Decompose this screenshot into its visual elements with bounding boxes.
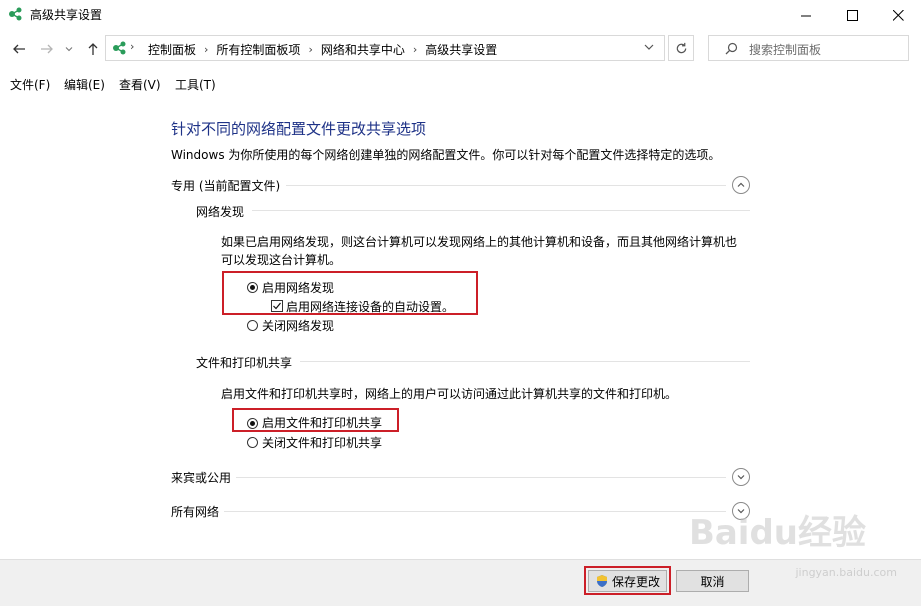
breadcrumb-item[interactable]: 所有控制面板项 bbox=[216, 41, 300, 58]
collapse-private-button[interactable] bbox=[732, 176, 750, 194]
baidu-watermark-url: jingyan.baidu.com bbox=[795, 566, 897, 579]
network-icon bbox=[8, 6, 24, 22]
forward-arrow-icon bbox=[41, 44, 53, 54]
breadcrumb-separator[interactable]: › bbox=[413, 43, 417, 56]
chevron-down-icon bbox=[65, 47, 73, 52]
back-button[interactable] bbox=[8, 38, 30, 60]
expand-guest-public-button[interactable] bbox=[732, 468, 750, 486]
breadcrumb-item[interactable]: 高级共享设置 bbox=[425, 41, 497, 58]
save-changes-label: 保存更改 bbox=[611, 574, 660, 589]
address-history-dropdown[interactable] bbox=[643, 41, 655, 56]
uac-shield-icon bbox=[595, 574, 609, 588]
menu-file[interactable]: 文件(F) bbox=[10, 76, 50, 93]
chevron-down-icon bbox=[644, 44, 654, 50]
maximize-icon bbox=[846, 9, 858, 21]
menu-bar: 文件(F) 编辑(E) 查看(V) 工具(T) bbox=[0, 70, 921, 96]
profile-private-title[interactable]: 专用 (当前配置文件) bbox=[171, 177, 280, 194]
forward-button[interactable] bbox=[36, 38, 58, 60]
network-discovery-on-label[interactable]: 启用网络发现 bbox=[262, 279, 334, 296]
breadcrumb: 控制面板 › 所有控制面板项 › 网络和共享中心 › 高级共享设置 bbox=[148, 41, 497, 58]
control-panel-icon bbox=[112, 40, 128, 59]
network-discovery-on-radio[interactable] bbox=[247, 282, 258, 293]
divider bbox=[300, 361, 750, 362]
file-sharing-on-label[interactable]: 启用文件和打印机共享 bbox=[262, 414, 382, 431]
checkmark-icon bbox=[273, 302, 281, 310]
breadcrumb-separator[interactable]: › bbox=[308, 43, 312, 56]
divider bbox=[236, 477, 726, 478]
page-description: Windows 为你所使用的每个网络创建单独的网络配置文件。你可以针对每个配置文… bbox=[171, 148, 721, 162]
refresh-button[interactable] bbox=[668, 35, 694, 61]
cancel-label: 取消 bbox=[700, 574, 725, 589]
breadcrumb-root-separator: › bbox=[130, 40, 135, 53]
profile-all-networks-title[interactable]: 所有网络 bbox=[171, 503, 219, 520]
baidu-watermark-logo: Baidu经验 bbox=[688, 513, 866, 553]
menu-edit[interactable]: 编辑(E) bbox=[64, 76, 105, 93]
auto-setup-label[interactable]: 启用网络连接设备的自动设置。 bbox=[286, 298, 454, 315]
file-printer-sharing-description: 启用文件和打印机共享时，网络上的用户可以访问通过此计算机共享的文件和打印机。 bbox=[221, 387, 678, 401]
up-arrow-icon bbox=[88, 43, 98, 55]
file-sharing-on-radio[interactable] bbox=[247, 418, 258, 429]
save-changes-button[interactable]: 保存更改 bbox=[588, 570, 667, 592]
breadcrumb-separator[interactable]: › bbox=[204, 43, 208, 56]
radio-selected-dot bbox=[250, 421, 255, 426]
network-discovery-description-line: 如果已启用网络发现，则这台计算机可以发现网络上的其他计算机和设备，而且其他网络计… bbox=[221, 235, 738, 249]
search-icon bbox=[725, 42, 738, 58]
breadcrumb-item[interactable]: 网络和共享中心 bbox=[321, 41, 405, 58]
cancel-button[interactable]: 取消 bbox=[676, 570, 749, 592]
auto-setup-checkbox[interactable] bbox=[271, 300, 283, 312]
chevron-up-icon bbox=[737, 182, 745, 187]
divider bbox=[286, 185, 726, 186]
close-icon bbox=[892, 9, 904, 21]
network-discovery-description: 如果已启用网络发现，则这台计算机可以发现网络上的其他计算机和设备，而且其他网络计… bbox=[221, 233, 737, 269]
search-placeholder: 搜索控制面板 bbox=[749, 43, 822, 57]
up-button[interactable] bbox=[82, 38, 104, 60]
window-title: 高级共享设置 bbox=[30, 8, 103, 22]
menu-view[interactable]: 查看(V) bbox=[119, 76, 161, 93]
network-discovery-description-line: 可以发现这台计算机。 bbox=[221, 253, 342, 267]
network-discovery-off-label[interactable]: 关闭网络发现 bbox=[262, 317, 334, 334]
title-bar: 高级共享设置 bbox=[0, 0, 921, 30]
back-arrow-icon bbox=[13, 44, 25, 54]
profile-guest-public-title[interactable]: 来宾或公用 bbox=[171, 469, 231, 486]
network-discovery-title: 网络发现 bbox=[196, 205, 245, 219]
minimize-icon bbox=[800, 15, 811, 16]
footer-bar bbox=[0, 559, 921, 606]
minimize-button[interactable] bbox=[783, 0, 829, 30]
breadcrumb-item[interactable]: 控制面板 bbox=[148, 41, 196, 58]
file-printer-sharing-title: 文件和打印机共享 bbox=[196, 356, 293, 370]
recent-locations-button[interactable] bbox=[62, 38, 76, 60]
refresh-icon bbox=[676, 42, 686, 53]
radio-selected-dot bbox=[250, 285, 255, 290]
close-button[interactable] bbox=[875, 0, 921, 30]
divider bbox=[224, 511, 726, 512]
search-input[interactable]: 搜索控制面板 bbox=[708, 35, 909, 61]
file-sharing-off-label[interactable]: 关闭文件和打印机共享 bbox=[262, 434, 382, 451]
maximize-button[interactable] bbox=[829, 0, 875, 30]
menu-tools[interactable]: 工具(T) bbox=[175, 76, 216, 93]
file-sharing-off-radio[interactable] bbox=[247, 437, 258, 448]
divider bbox=[252, 210, 750, 211]
chevron-down-icon bbox=[737, 475, 745, 480]
address-bar[interactable]: › 控制面板 › 所有控制面板项 › 网络和共享中心 › 高级共享设置 bbox=[105, 35, 665, 61]
network-discovery-off-radio[interactable] bbox=[247, 320, 258, 331]
page-title: 针对不同的网络配置文件更改共享选项 bbox=[171, 120, 427, 138]
